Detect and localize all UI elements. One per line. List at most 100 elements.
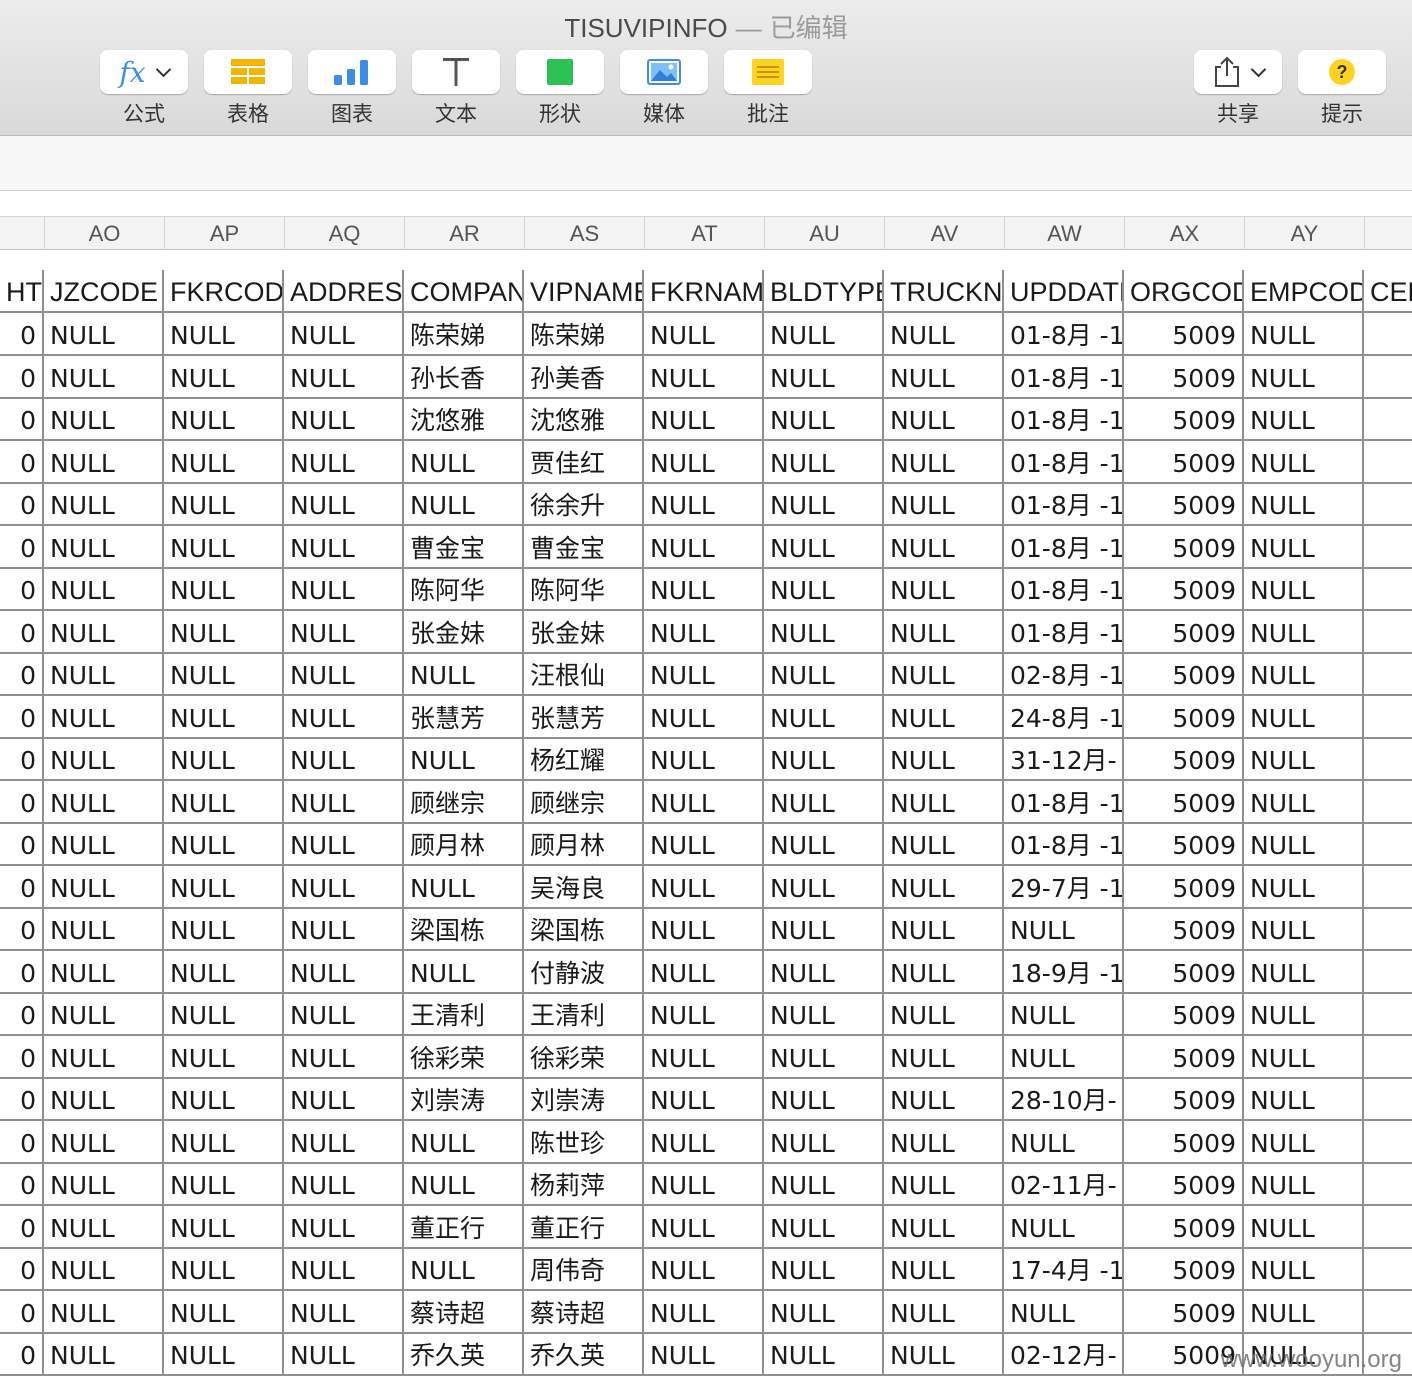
table-cell[interactable]: 5009 <box>1124 1248 1244 1291</box>
table-cell[interactable] <box>1364 823 1412 866</box>
table-cell[interactable]: 陈荣娣 <box>524 313 644 356</box>
table-cell[interactable]: NULL <box>164 823 284 866</box>
table-cell[interactable]: NULL <box>44 1163 164 1206</box>
table-cell[interactable] <box>1364 696 1412 739</box>
table-cell[interactable]: NULL <box>644 951 764 994</box>
table-cell[interactable]: NULL <box>1244 441 1364 484</box>
column-header-cell[interactable]: BLDTYPE <box>764 270 884 313</box>
table-cell[interactable]: NULL <box>44 1121 164 1164</box>
media-button[interactable]: 媒体 <box>620 50 708 128</box>
table-cell[interactable]: NULL <box>644 526 764 569</box>
table-cell[interactable]: 5009 <box>1124 1206 1244 1249</box>
table-cell[interactable]: NULL <box>764 1121 884 1164</box>
table-cell[interactable]: 董正行 <box>524 1206 644 1249</box>
table-cell[interactable]: NULL <box>284 483 404 526</box>
table-cell[interactable]: NULL <box>644 1206 764 1249</box>
table-cell[interactable]: 5009 <box>1124 398 1244 441</box>
table-cell[interactable]: 5009 <box>1124 908 1244 951</box>
column-header-cell[interactable]: UPDDATE <box>1004 270 1124 313</box>
table-cell[interactable]: NULL <box>764 313 884 356</box>
table-cell[interactable] <box>1364 1206 1412 1249</box>
table-cell[interactable]: NULL <box>284 993 404 1036</box>
table-cell[interactable]: NULL <box>404 866 524 909</box>
table-cell[interactable]: 陈阿华 <box>524 568 644 611</box>
table-cell[interactable]: 吴海良 <box>524 866 644 909</box>
table-cell[interactable]: NULL <box>764 526 884 569</box>
table-cell[interactable]: NULL <box>764 1333 884 1376</box>
table-cell[interactable]: NULL <box>1244 1163 1364 1206</box>
table-cell[interactable]: NULL <box>1244 1078 1364 1121</box>
table-cell[interactable]: NULL <box>764 823 884 866</box>
table-cell[interactable]: NULL <box>404 951 524 994</box>
table-cell[interactable]: NULL <box>44 356 164 399</box>
table-cell[interactable]: 0 <box>0 738 44 781</box>
table-cell[interactable]: 5009 <box>1124 866 1244 909</box>
table-cell[interactable]: NULL <box>164 738 284 781</box>
table-cell[interactable]: NULL <box>644 568 764 611</box>
table-cell[interactable]: NULL <box>164 526 284 569</box>
table-cell[interactable]: 孙美香 <box>524 356 644 399</box>
table-cell[interactable]: 汪根仙 <box>524 653 644 696</box>
table-cell[interactable]: 0 <box>0 1036 44 1079</box>
table-cell[interactable]: 01-8月 -1 <box>1004 568 1124 611</box>
table-cell[interactable]: NULL <box>44 1036 164 1079</box>
table-cell[interactable]: NULL <box>884 951 1004 994</box>
table-cell[interactable]: NULL <box>764 1163 884 1206</box>
table-cell[interactable]: NULL <box>1244 483 1364 526</box>
table-cell[interactable]: 0 <box>0 951 44 994</box>
table-cell[interactable]: NULL <box>764 356 884 399</box>
table-cell[interactable]: NULL <box>764 738 884 781</box>
table-cell[interactable]: NULL <box>164 1291 284 1334</box>
table-cell[interactable]: 01-8月 -1 <box>1004 356 1124 399</box>
table-cell[interactable]: NULL <box>1244 526 1364 569</box>
table-cell[interactable]: NULL <box>1244 866 1364 909</box>
table-cell[interactable]: NULL <box>164 441 284 484</box>
table-cell[interactable]: NULL <box>44 993 164 1036</box>
table-cell[interactable]: NULL <box>284 1291 404 1334</box>
table-cell[interactable]: NULL <box>644 1333 764 1376</box>
table-cell[interactable]: NULL <box>164 696 284 739</box>
table-cell[interactable]: NULL <box>644 738 764 781</box>
table-cell[interactable]: NULL <box>644 908 764 951</box>
table-cell[interactable] <box>1364 568 1412 611</box>
table-cell[interactable]: 24-8月 -1 <box>1004 696 1124 739</box>
table-cell[interactable]: NULL <box>764 951 884 994</box>
table-cell[interactable]: 张慧芳 <box>524 696 644 739</box>
table-cell[interactable]: 5009 <box>1124 1121 1244 1164</box>
table-cell[interactable]: NULL <box>1244 1121 1364 1164</box>
table-cell[interactable]: NULL <box>764 568 884 611</box>
column-letter[interactable]: AX <box>1124 217 1244 250</box>
table-cell[interactable]: NULL <box>644 993 764 1036</box>
table-cell[interactable]: 0 <box>0 1163 44 1206</box>
table-cell[interactable] <box>1364 1036 1412 1079</box>
table-cell[interactable]: 01-8月 -1 <box>1004 781 1124 824</box>
column-letter[interactable]: AT <box>644 217 764 250</box>
table-cell[interactable]: NULL <box>1004 1206 1124 1249</box>
table-cell[interactable]: NULL <box>644 823 764 866</box>
table-cell[interactable]: NULL <box>1244 951 1364 994</box>
table-cell[interactable]: NULL <box>44 653 164 696</box>
table-cell[interactable]: NULL <box>284 781 404 824</box>
table-cell[interactable]: NULL <box>884 398 1004 441</box>
table-cell[interactable]: NULL <box>44 568 164 611</box>
column-letter[interactable]: AR <box>404 217 524 250</box>
table-cell[interactable]: NULL <box>404 441 524 484</box>
column-header-cell[interactable]: EMPCODE <box>1244 270 1364 313</box>
table-cell[interactable]: NULL <box>884 1206 1004 1249</box>
table-cell[interactable]: 5009 <box>1124 823 1244 866</box>
table-cell[interactable]: NULL <box>1004 1291 1124 1334</box>
table-cell[interactable]: NULL <box>44 1291 164 1334</box>
table-cell[interactable]: NULL <box>764 653 884 696</box>
table-cell[interactable]: 02-12月- <box>1004 1333 1124 1376</box>
table-cell[interactable]: NULL <box>1244 1291 1364 1334</box>
table-cell[interactable]: NULL <box>884 1121 1004 1164</box>
table-cell[interactable]: NULL <box>284 1248 404 1291</box>
table-cell[interactable] <box>1364 1163 1412 1206</box>
table-cell[interactable]: NULL <box>44 313 164 356</box>
table-cell[interactable]: NULL <box>884 526 1004 569</box>
table-cell[interactable]: NULL <box>1004 908 1124 951</box>
table-cell[interactable]: 蔡诗超 <box>524 1291 644 1334</box>
table-cell[interactable]: NULL <box>884 441 1004 484</box>
table-cell[interactable]: 0 <box>0 398 44 441</box>
table-cell[interactable]: NULL <box>764 1036 884 1079</box>
